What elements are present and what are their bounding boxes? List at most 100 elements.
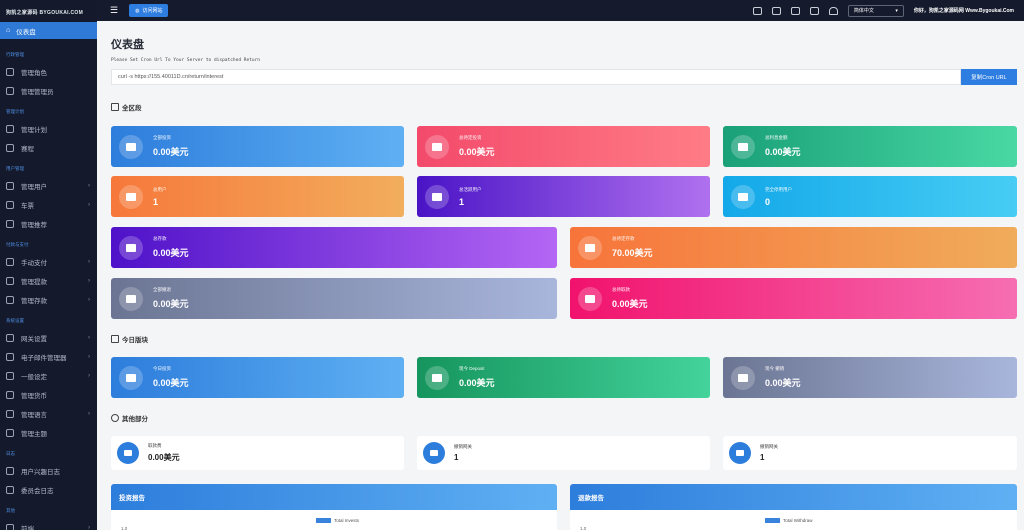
cube-icon — [111, 414, 119, 422]
stat-value: 0.00美元 — [459, 378, 495, 388]
inbox-icon[interactable] — [752, 6, 762, 15]
chevron-right-icon: › — [88, 182, 90, 189]
user-greeting[interactable]: 你好，狗凯之家源码网 Www.Bygoukai.Com — [914, 7, 1014, 14]
report-panel: 退款报告 Total Withdraw 1.0 — [570, 484, 1017, 530]
chevron-right-icon: › — [88, 334, 90, 341]
stat-value: 0.00美元 — [148, 453, 180, 462]
stat-icon — [423, 442, 445, 464]
legend-swatch — [316, 518, 331, 523]
chevron-right-icon: › — [88, 277, 90, 284]
sidebar-item[interactable]: 管理存款 › — [0, 290, 97, 309]
sidebar-item[interactable]: 管理货币 — [0, 385, 97, 404]
menu-toggle-icon[interactable]: ☰ — [110, 5, 118, 16]
language-select[interactable]: 简体中文 ▾ — [847, 4, 904, 17]
sidebar-item[interactable]: 管理角色 — [0, 62, 97, 81]
today-card[interactable]: 现今 Deposit 0.00美元 — [417, 357, 710, 398]
menu-item-icon — [6, 428, 14, 437]
stat-label: 现今 撤销 — [765, 366, 785, 371]
sidebar-item[interactable]: 用户兴趣日志 — [0, 461, 97, 480]
stat-card[interactable]: 总利息金额 0.00美元 — [723, 126, 1017, 167]
brand-logo[interactable]: 狗凯之家源码 BYGOUKAI.COM — [0, 0, 97, 22]
stat-card[interactable]: 总用户 1 — [111, 176, 404, 217]
stat-card[interactable]: 总待取款 0.00美元 — [570, 278, 1017, 319]
menu-item-icon — [6, 257, 14, 266]
bell-icon[interactable] — [828, 6, 838, 15]
stat-value: 0.00美元 — [459, 147, 495, 157]
sidebar-section-title: 管理计划 — [6, 109, 24, 114]
sidebar-item-label: 管理语言 — [21, 411, 47, 419]
stat-label: 撤销网关 — [454, 444, 472, 449]
stat-card[interactable]: 总活跃用户 1 — [417, 176, 710, 217]
stat-label: 今日投资 — [153, 366, 171, 371]
calendar-icon — [111, 335, 119, 343]
sidebar-item[interactable]: 管理语言 › — [0, 404, 97, 423]
stat-card[interactable]: 全部投资 0.00美元 — [111, 126, 404, 167]
document-icon[interactable] — [790, 6, 800, 15]
sidebar-item[interactable]: 前端 › — [0, 518, 97, 530]
copy-cron-url-button[interactable]: 复制Cron URL — [961, 69, 1017, 85]
stat-icon — [119, 134, 143, 159]
other-card[interactable]: 撤销网关 1 — [417, 436, 710, 470]
sidebar-item-label: 手动支付 — [21, 259, 47, 267]
menu-item-icon — [6, 333, 14, 342]
stat-value: 0.00美元 — [153, 299, 189, 309]
chevron-right-icon: › — [88, 296, 90, 303]
stat-card[interactable]: 总待定投资 0.00美元 — [417, 126, 710, 167]
top-bar-actions: 简体中文 ▾ 你好，狗凯之家源码网 Www.Bygoukai.Com — [752, 0, 1014, 21]
sidebar-nav: 行政管理 管理角色 管理管理员 管理计划 管理计划 赛程 用户管理 管理用户 › 车票 › 管理推荐付… — [0, 43, 97, 530]
section-heading-today: 今日版块 — [111, 334, 148, 344]
cron-note: Please Set Cron Url To Your Server to di… — [111, 58, 261, 63]
box-icon[interactable] — [771, 6, 781, 15]
sidebar-item[interactable]: 管理计划 — [0, 119, 97, 138]
sidebar-item[interactable]: 管理推荐 — [0, 214, 97, 233]
stat-icon — [119, 286, 143, 311]
stat-icon — [578, 286, 602, 311]
sidebar-item[interactable]: 手动支付 › — [0, 252, 97, 271]
chevron-right-icon: › — [88, 201, 90, 208]
stat-value: 70.00美元 — [612, 248, 653, 258]
stat-card[interactable]: 总待定存款 70.00美元 — [570, 227, 1017, 268]
sidebar-item-label: 管理管理员 — [21, 88, 54, 96]
sidebar-item-label: 委员会日志 — [21, 487, 54, 495]
stat-label: 总利息金额 — [765, 135, 788, 140]
sidebar-item-label: 用户兴趣日志 — [21, 468, 60, 476]
stat-card[interactable]: 完全停用用户 0 — [723, 176, 1017, 217]
sidebar-item[interactable]: 管理用户 › — [0, 176, 97, 195]
stat-icon — [425, 365, 449, 390]
sidebar-item-label: 赛程 — [21, 145, 34, 153]
menu-item-icon — [6, 124, 14, 133]
sidebar-item[interactable]: 电子邮件管理器 › — [0, 347, 97, 366]
sidebar-item[interactable]: 赛程 — [0, 138, 97, 157]
stat-card[interactable]: 总存款 0.00美元 — [111, 227, 557, 268]
ticket-icon[interactable] — [809, 6, 819, 15]
cron-url-field[interactable]: curl -s https://155.40011D.cn/return/int… — [111, 69, 961, 85]
sidebar-item[interactable]: 管理提款 › — [0, 271, 97, 290]
sidebar-item-label: 管理推荐 — [21, 221, 47, 229]
stat-card[interactable]: 全部撤退 0.00美元 — [111, 278, 557, 319]
stat-icon — [119, 235, 143, 260]
sidebar-item[interactable]: 车票 › — [0, 195, 97, 214]
other-card[interactable]: 撤销网关 1 — [723, 436, 1017, 470]
chevron-right-icon: › — [88, 410, 90, 417]
other-card[interactable]: 取款费 0.00美元 — [111, 436, 404, 470]
sidebar-item-label: 管理主题 — [21, 430, 47, 438]
today-card[interactable]: 今日投资 0.00美元 — [111, 357, 404, 398]
legend-swatch — [765, 518, 780, 523]
sidebar-item[interactable]: 网关设置 › — [0, 328, 97, 347]
sidebar-item-dashboard[interactable]: ⌂ 仪表盘 — [0, 22, 97, 39]
sidebar-item[interactable]: 管理主题 — [0, 423, 97, 442]
sidebar-item[interactable]: 一般设定 › — [0, 366, 97, 385]
visit-site-button[interactable]: ◍ 访问网站 — [129, 4, 169, 17]
stat-label: 现今 Deposit — [459, 366, 485, 371]
menu-item-icon — [6, 200, 14, 209]
menu-item-icon — [6, 371, 14, 380]
sidebar-item[interactable]: 管理管理员 — [0, 81, 97, 100]
chart-legend[interactable]: Total Invests — [316, 518, 359, 523]
chart-legend[interactable]: Total Withdraw — [765, 518, 813, 523]
stat-value: 0.00美元 — [153, 147, 189, 157]
stat-value: 1 — [459, 196, 465, 207]
sidebar-item[interactable]: 委员会日志 — [0, 480, 97, 499]
y-tick-label: 1.0 — [580, 526, 587, 530]
sidebar-item-label: 管理存款 — [21, 297, 47, 305]
today-card[interactable]: 现今 撤销 0.00美元 — [723, 357, 1017, 398]
